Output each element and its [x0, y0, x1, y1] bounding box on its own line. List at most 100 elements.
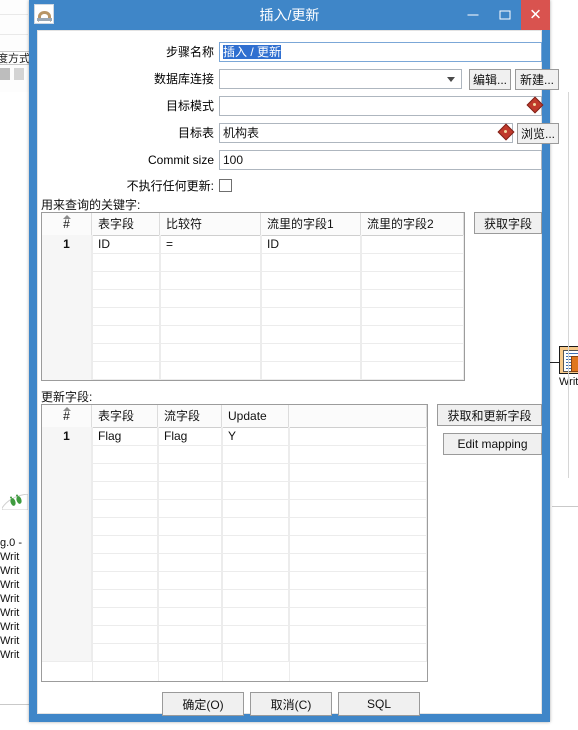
edit-connection-button[interactable]: 编辑...: [469, 69, 511, 90]
table-cell-empty[interactable]: [160, 271, 261, 289]
table-cell-empty[interactable]: [289, 463, 427, 481]
table-row-empty[interactable]: [42, 535, 427, 554]
browse-table-button[interactable]: 浏览...: [517, 123, 559, 144]
keys-col-comparator[interactable]: 比较符: [160, 213, 261, 235]
table-cell-empty[interactable]: [42, 607, 92, 625]
table-cell-empty[interactable]: [261, 271, 361, 289]
table-cell-empty[interactable]: [158, 625, 222, 643]
table-cell-empty[interactable]: [42, 517, 92, 535]
table-cell-empty[interactable]: [261, 289, 361, 307]
table-cell-empty[interactable]: [361, 343, 464, 361]
table-cell-empty[interactable]: [158, 535, 222, 553]
table-row-empty[interactable]: [42, 307, 464, 326]
table-row-empty[interactable]: [42, 253, 464, 272]
table-row-empty[interactable]: [42, 643, 427, 662]
table-row-empty[interactable]: [42, 289, 464, 308]
table-cell-empty[interactable]: [361, 289, 464, 307]
table-cell-empty[interactable]: [42, 481, 92, 499]
target-schema-input[interactable]: [219, 96, 542, 116]
table-cell-empty[interactable]: [42, 253, 92, 271]
table-cell-empty[interactable]: [42, 535, 92, 553]
ok-button[interactable]: 确定(O): [162, 692, 244, 716]
table-row-empty[interactable]: [42, 463, 427, 482]
table-cell-empty[interactable]: [222, 481, 289, 499]
update-col-table-field[interactable]: 表字段: [92, 405, 158, 427]
table-cell-empty[interactable]: [158, 643, 222, 661]
table-cell-empty[interactable]: [158, 463, 222, 481]
maximize-button[interactable]: [489, 0, 521, 30]
new-connection-button[interactable]: 新建...: [515, 69, 559, 90]
table-cell-empty[interactable]: [92, 271, 160, 289]
keys-col-index[interactable]: #: [42, 213, 92, 235]
table-cell-empty[interactable]: [222, 517, 289, 535]
update-cell-stream-field[interactable]: Flag: [158, 427, 222, 445]
table-cell-empty[interactable]: [289, 625, 427, 643]
dialog-titlebar[interactable]: 插入/更新 ✕: [29, 0, 550, 30]
table-cell-empty[interactable]: [92, 607, 158, 625]
table-cell-empty[interactable]: [92, 325, 160, 343]
table-cell-empty[interactable]: [92, 463, 158, 481]
table-cell-empty[interactable]: [222, 643, 289, 661]
table-row-empty[interactable]: [42, 571, 427, 590]
table-cell-empty[interactable]: [158, 571, 222, 589]
table-cell-empty[interactable]: [160, 343, 261, 361]
table-cell-empty[interactable]: [92, 445, 158, 463]
table-cell-empty[interactable]: [92, 571, 158, 589]
table-cell-empty[interactable]: [42, 379, 92, 380]
variable-diamond-icon[interactable]: [497, 123, 515, 141]
table-cell-empty[interactable]: [42, 625, 92, 643]
variable-diamond-icon[interactable]: [526, 96, 544, 114]
table-cell-empty[interactable]: [222, 499, 289, 517]
table-cell-empty[interactable]: [92, 481, 158, 499]
table-row-empty[interactable]: [42, 517, 427, 536]
commit-size-input[interactable]: 100: [219, 150, 542, 170]
table-cell-empty[interactable]: [92, 535, 158, 553]
table-cell-empty[interactable]: [261, 307, 361, 325]
table-cell-empty[interactable]: [92, 589, 158, 607]
table-cell-empty[interactable]: [361, 307, 464, 325]
table-cell-empty[interactable]: [261, 361, 361, 379]
target-table-input[interactable]: 机构表: [219, 123, 513, 143]
table-cell-empty[interactable]: [289, 571, 427, 589]
table-cell-empty[interactable]: [289, 553, 427, 571]
db-connection-select[interactable]: [219, 69, 462, 89]
keys-cell-stream-field-1[interactable]: ID: [261, 235, 361, 253]
table-cell-empty[interactable]: [222, 445, 289, 463]
table-cell-empty[interactable]: [92, 361, 160, 379]
table-cell-empty[interactable]: [42, 445, 92, 463]
keys-col-table-field[interactable]: 表字段: [92, 213, 160, 235]
table-cell-empty[interactable]: [160, 307, 261, 325]
update-cell-table-field[interactable]: Flag: [92, 427, 158, 445]
table-cell-empty[interactable]: [92, 289, 160, 307]
table-cell-empty[interactable]: [361, 253, 464, 271]
table-cell-empty[interactable]: [289, 445, 427, 463]
table-cell-empty[interactable]: [222, 625, 289, 643]
table-cell-empty[interactable]: [92, 379, 160, 380]
table-cell-empty[interactable]: [361, 361, 464, 379]
table-cell-empty[interactable]: [42, 361, 92, 379]
table-row-empty[interactable]: [42, 553, 427, 572]
keys-table[interactable]: # 表字段 比较符 流里的字段1 流里的字段2 1 ID = ID: [41, 212, 465, 381]
table-cell-empty[interactable]: [361, 325, 464, 343]
table-cell-empty[interactable]: [158, 445, 222, 463]
table-cell-empty[interactable]: [158, 499, 222, 517]
table-cell-empty[interactable]: [160, 289, 261, 307]
edit-mapping-button[interactable]: Edit mapping: [443, 433, 542, 455]
table-cell-empty[interactable]: [222, 463, 289, 481]
table-row-empty[interactable]: [42, 445, 427, 464]
table-cell-empty[interactable]: [42, 289, 92, 307]
minimize-button[interactable]: [457, 0, 489, 30]
close-button[interactable]: ✕: [521, 0, 550, 30]
table-cell-empty[interactable]: [160, 253, 261, 271]
table-cell-empty[interactable]: [42, 643, 92, 661]
table-cell-empty[interactable]: [42, 463, 92, 481]
table-row-empty[interactable]: [42, 325, 464, 344]
table-cell-empty[interactable]: [160, 379, 261, 380]
table-row-empty[interactable]: [42, 361, 464, 380]
sql-button[interactable]: SQL: [338, 692, 420, 716]
table-cell-empty[interactable]: [222, 553, 289, 571]
table-cell-empty[interactable]: [42, 271, 92, 289]
table-cell-empty[interactable]: [261, 343, 361, 361]
update-col-stream-field[interactable]: 流字段: [158, 405, 222, 427]
no-update-checkbox[interactable]: [219, 179, 232, 192]
